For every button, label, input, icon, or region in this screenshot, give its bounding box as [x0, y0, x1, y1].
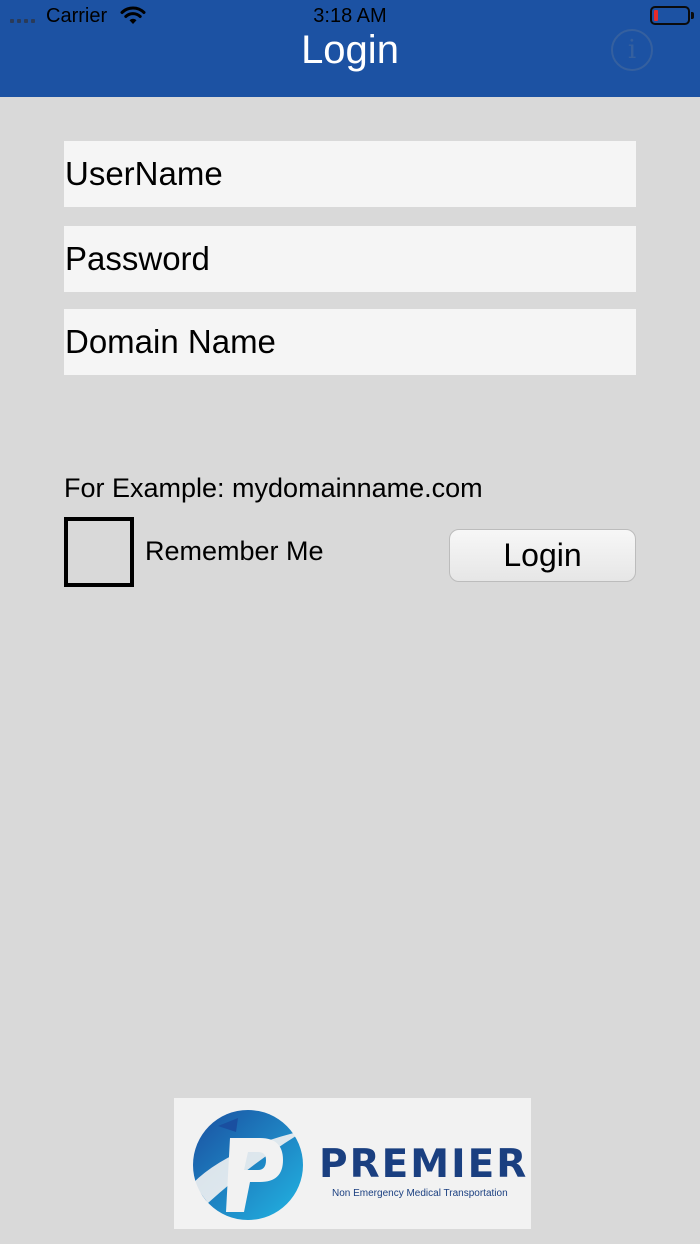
login-screen: Carrier 3:18 AM Login i For Example: myd…	[0, 0, 700, 1244]
remember-me-checkbox[interactable]	[64, 517, 134, 587]
login-button[interactable]: Login	[449, 529, 636, 582]
domain-example-hint: For Example: mydomainname.com	[64, 473, 483, 503]
status-time: 3:18 AM	[313, 5, 387, 27]
battery-icon	[650, 6, 694, 25]
logo-tagline: Non Emergency Medical Transportation	[332, 1188, 508, 1199]
remember-me-label[interactable]: Remember Me	[145, 536, 324, 567]
domain-name-input[interactable]	[64, 309, 636, 375]
username-input[interactable]	[64, 141, 636, 207]
navigation-bar: Carrier 3:18 AM Login i	[0, 0, 700, 97]
premier-logo-mark-icon	[193, 1110, 306, 1220]
logo-brand-name: PREMIER	[319, 1142, 529, 1187]
password-input[interactable]	[64, 226, 636, 292]
info-icon[interactable]: i	[611, 29, 653, 71]
page-title: Login	[301, 28, 399, 72]
battery-level	[654, 10, 658, 21]
premier-logo: PREMIER Non Emergency Medical Transporta…	[174, 1098, 531, 1229]
